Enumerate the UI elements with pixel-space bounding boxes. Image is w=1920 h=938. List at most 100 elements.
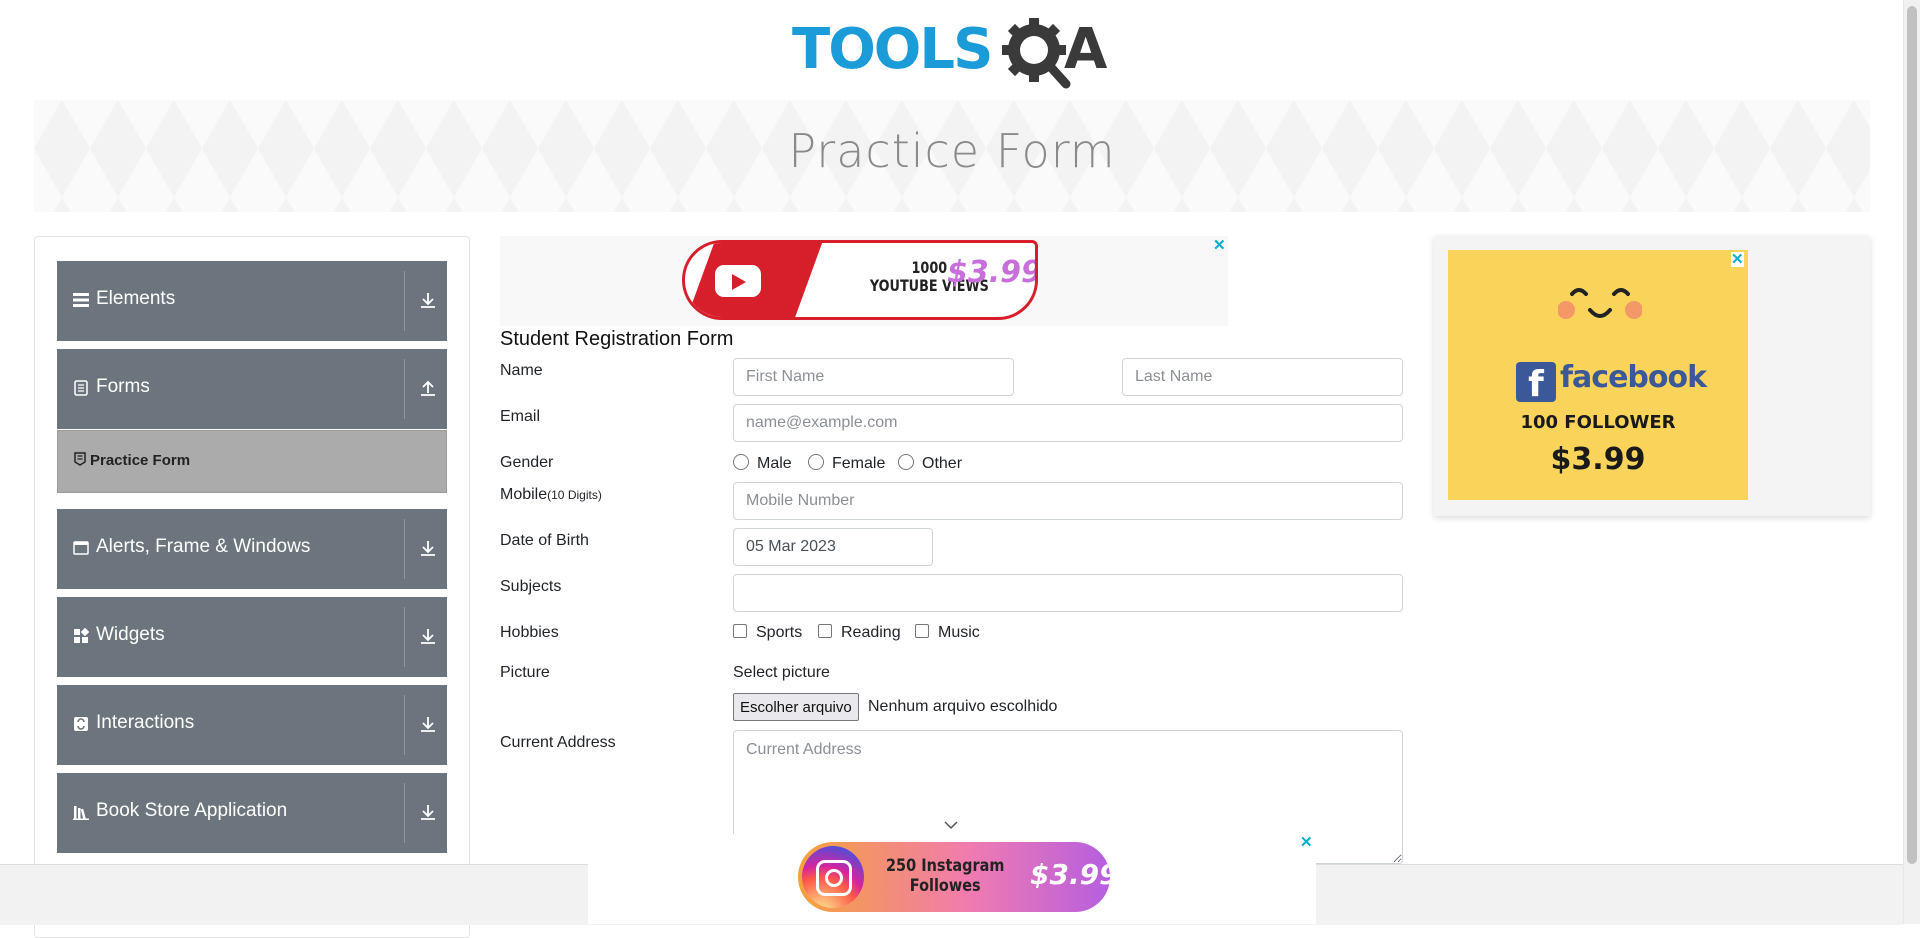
divider xyxy=(404,519,405,579)
ad-banner: 1000 YOUTUBE VIEWS $3.99 xyxy=(682,240,1038,320)
logo-text-a: A xyxy=(1064,17,1107,82)
divider xyxy=(404,271,405,331)
books-icon xyxy=(73,806,89,820)
facebook-logo-icon: f xyxy=(1516,362,1556,402)
gender-radio-male[interactable]: Male xyxy=(733,454,792,473)
instagram-logo-icon xyxy=(802,846,864,908)
divider xyxy=(404,783,405,843)
radio-circle[interactable] xyxy=(733,454,749,470)
interactions-icon xyxy=(74,717,88,731)
ad-text-line2: Followes xyxy=(909,876,981,896)
dob-label: Date of Birth xyxy=(500,532,589,549)
sidebar-group-label: Elements xyxy=(96,288,176,309)
page-title: Practice Form xyxy=(788,124,1116,178)
checkbox-box[interactable] xyxy=(733,624,747,638)
mobile-input[interactable] xyxy=(733,482,1403,520)
ad-text: 250 Instagram Followes xyxy=(886,856,1004,896)
close-icon[interactable]: ✕ xyxy=(1300,835,1313,850)
last-name-input[interactable] xyxy=(1122,358,1403,396)
ad-text: 100 FOLLOWER xyxy=(1520,412,1676,433)
hobby-checkbox-sports[interactable]: Sports xyxy=(733,624,802,642)
ad-instagram-followers[interactable]: 250 Instagram Followes $3.99 ✕ xyxy=(588,834,1316,924)
ad-brand: facebook xyxy=(1560,360,1707,395)
sidebar-item-practice-form[interactable]: Practice Form xyxy=(57,430,447,493)
choose-file-button[interactable]: Escolher arquivo xyxy=(733,693,859,721)
close-icon[interactable]: ✕ xyxy=(1731,252,1744,267)
ad-youtube-views[interactable]: 1000 YOUTUBE VIEWS $3.99 ✕ xyxy=(500,236,1228,326)
page-banner: Practice Form xyxy=(34,100,1870,212)
radio-label: Female xyxy=(832,455,886,472)
document-icon xyxy=(74,380,88,396)
gender-radio-female[interactable]: Female xyxy=(808,454,885,473)
divider xyxy=(404,607,405,667)
ad-price: $3.99 xyxy=(1550,442,1646,477)
sidebar-group-label: Alerts, Frame & Windows xyxy=(96,536,311,557)
address-label: Current Address xyxy=(500,734,616,751)
subjects-input[interactable] xyxy=(733,574,1403,612)
mobile-label: Mobile(10 Digits) xyxy=(500,486,602,504)
ad-facebook-followers[interactable]: f facebook 100 FOLLOWER $3.99 ✕ xyxy=(1434,236,1870,516)
email-label: Email xyxy=(500,408,541,425)
sidebar-item-label: Practice Form xyxy=(90,452,191,469)
sidebar-group-alerts[interactable]: Alerts, Frame & Windows xyxy=(57,509,447,589)
sidebar-group-label: Book Store Application xyxy=(96,800,288,821)
radio-circle[interactable] xyxy=(808,454,824,470)
radio-circle[interactable] xyxy=(898,454,914,470)
hobby-checkbox-reading[interactable]: Reading xyxy=(818,624,901,642)
ad-price: $3.99 xyxy=(947,255,1038,290)
sidebar-group-label: Interactions xyxy=(96,712,195,733)
chevron-down-icon[interactable] xyxy=(944,820,958,830)
toolsqa-logo[interactable]: TOOLS A xyxy=(792,16,1114,90)
ad-price: $3.99 xyxy=(1030,858,1110,891)
form-title: Student Registration Form xyxy=(500,328,734,350)
sidebar-group-label: Forms xyxy=(96,376,150,397)
picture-label: Picture xyxy=(500,664,550,681)
download-icon[interactable] xyxy=(419,715,437,733)
sidebar-group-label: Widgets xyxy=(96,624,165,645)
download-icon[interactable] xyxy=(419,539,437,557)
file-status-text: Nenhum arquivo escolhido xyxy=(868,698,1058,715)
checkbox-label: Reading xyxy=(841,624,901,641)
download-icon[interactable] xyxy=(419,627,437,645)
smiley-face-icon xyxy=(1558,288,1642,319)
sidebar-group-book-store[interactable]: Book Store Application xyxy=(57,773,447,853)
ad-text-line1: 250 Instagram xyxy=(886,856,1005,876)
form-icon xyxy=(74,452,86,466)
upload-icon[interactable] xyxy=(419,379,437,397)
page-scrollbar[interactable] xyxy=(1903,0,1920,924)
checkbox-label: Sports xyxy=(756,624,803,641)
scrollbar-thumb[interactable] xyxy=(1907,6,1917,864)
window-icon xyxy=(73,541,89,555)
menu-bars-icon xyxy=(73,293,89,307)
date-of-birth-input[interactable] xyxy=(733,528,933,566)
gender-radio-other[interactable]: Other xyxy=(898,454,962,473)
checkbox-box[interactable] xyxy=(915,624,929,638)
sidebar-group-widgets[interactable]: Widgets xyxy=(57,597,447,677)
download-icon[interactable] xyxy=(419,291,437,309)
hobbies-label: Hobbies xyxy=(500,624,559,641)
sidebar-group-elements[interactable]: Elements xyxy=(57,261,447,341)
sidebar: Elements Forms Practice Form Alerts, Fra… xyxy=(34,236,470,938)
ad-banner: f facebook 100 FOLLOWER $3.99 xyxy=(1448,250,1748,500)
close-icon[interactable]: ✕ xyxy=(1213,238,1226,253)
hobby-checkbox-music[interactable]: Music xyxy=(915,624,980,642)
name-label: Name xyxy=(500,362,543,379)
divider xyxy=(404,359,405,419)
youtube-play-icon xyxy=(715,265,761,297)
sidebar-group-forms[interactable]: Forms xyxy=(57,349,447,429)
radio-label: Other xyxy=(922,455,963,472)
radio-label: Male xyxy=(757,455,792,472)
first-name-input[interactable] xyxy=(733,358,1014,396)
download-icon[interactable] xyxy=(419,803,437,821)
gender-label: Gender xyxy=(500,454,554,471)
mobile-label-hint: (10 Digits) xyxy=(547,488,602,502)
widgets-icon xyxy=(74,628,89,643)
mobile-label-text: Mobile xyxy=(500,486,548,503)
ad-banner: 250 Instagram Followes $3.99 xyxy=(798,842,1110,912)
divider xyxy=(404,695,405,755)
select-picture-label: Select picture xyxy=(733,664,830,681)
email-input[interactable] xyxy=(733,404,1403,442)
sidebar-group-interactions[interactable]: Interactions xyxy=(57,685,447,765)
checkbox-label: Music xyxy=(938,624,980,641)
checkbox-box[interactable] xyxy=(818,624,832,638)
